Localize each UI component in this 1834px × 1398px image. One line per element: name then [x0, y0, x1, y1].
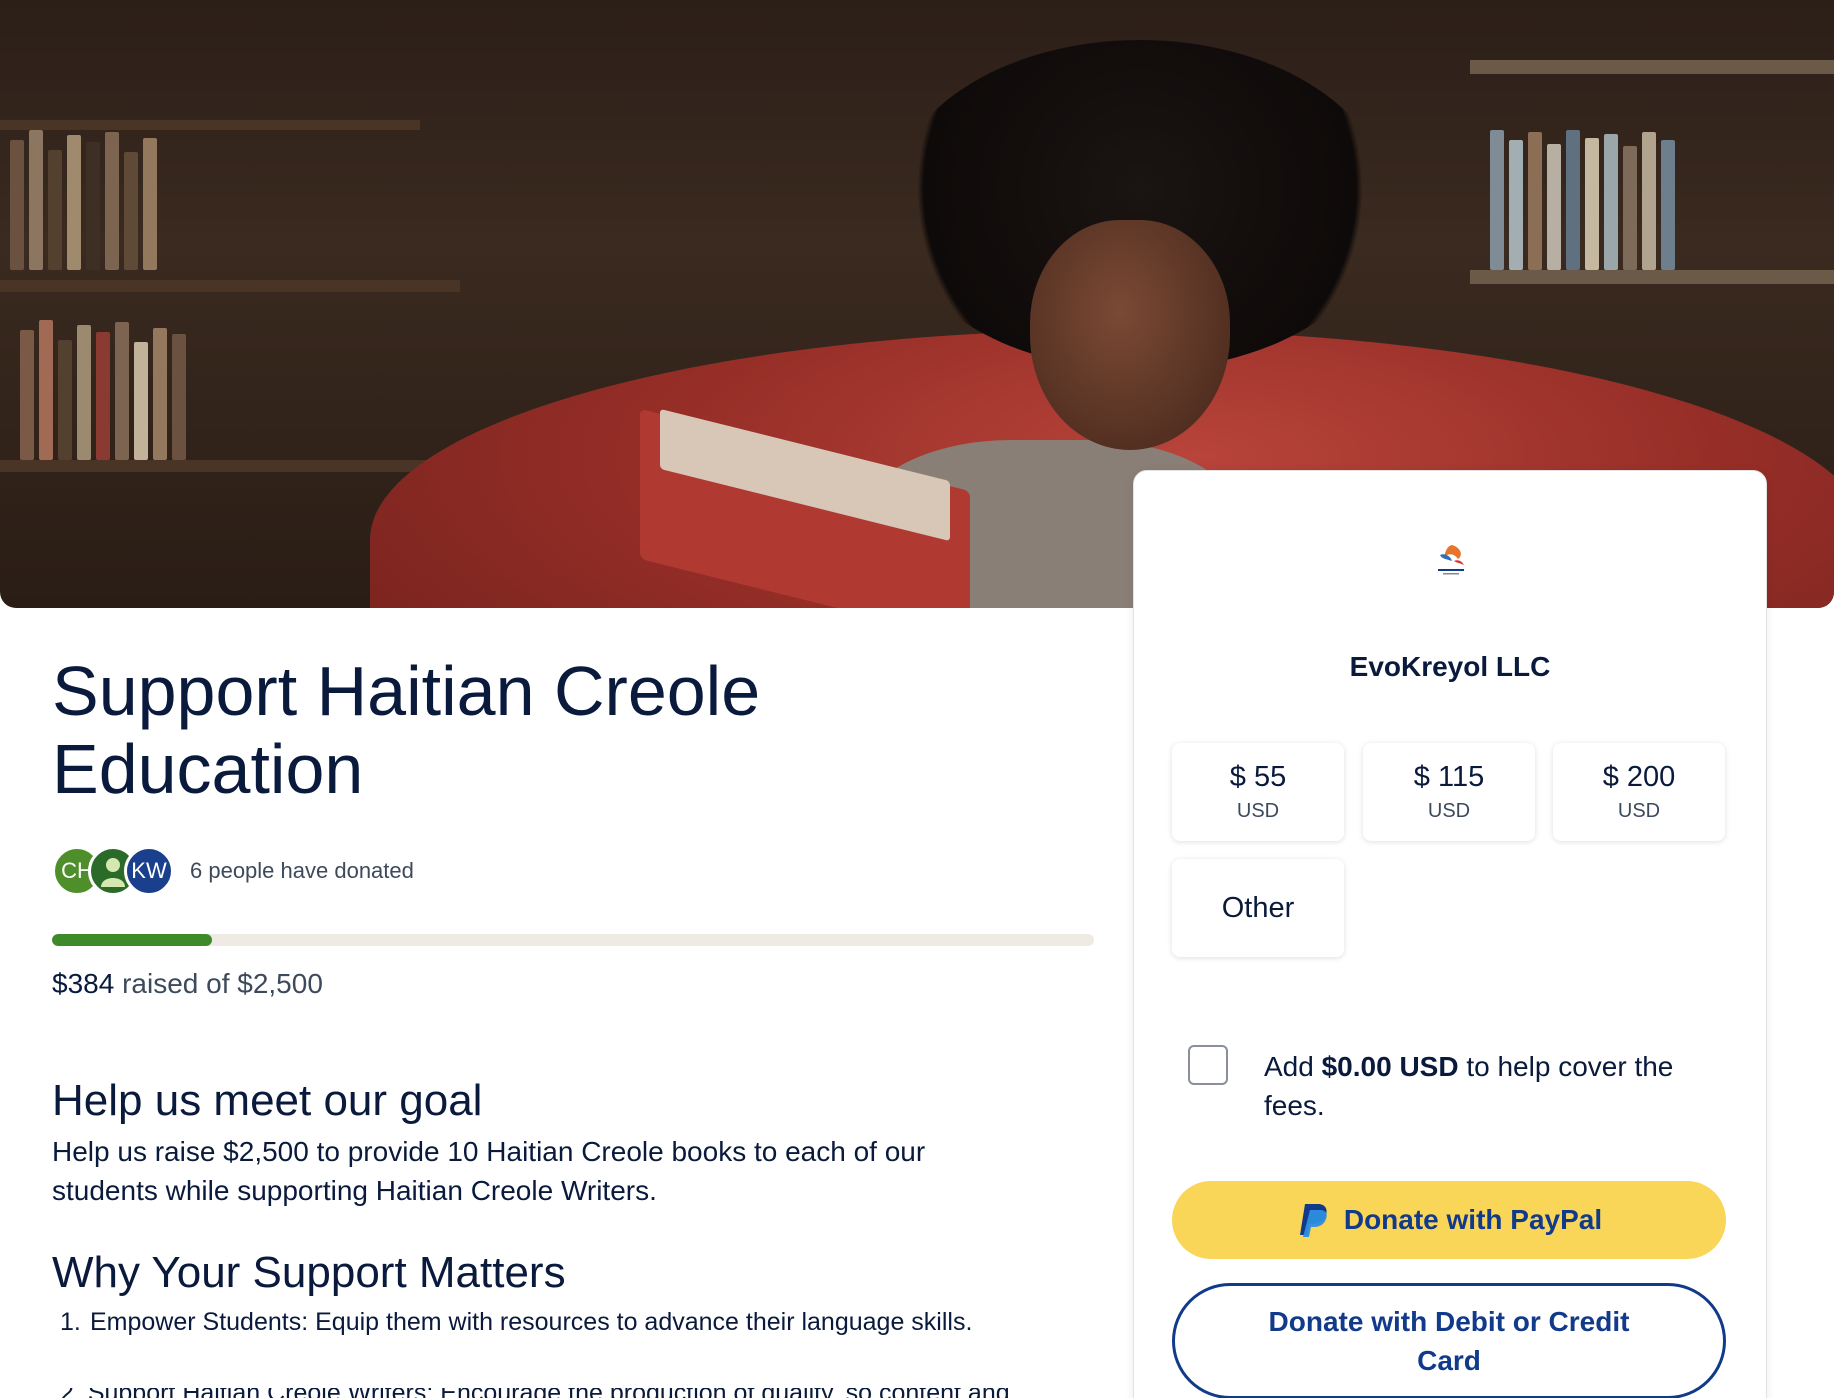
amount-option-other[interactable]: Other	[1172, 859, 1344, 957]
donation-card: EvoKreyol LLC $ 55 USD $ 115 USD $ 200 U…	[1133, 470, 1767, 1398]
cover-fees-label: Add $0.00 USD to help cover the fees.	[1264, 1051, 1674, 1121]
paypal-icon	[1299, 1204, 1327, 1237]
list-item: 1. Empower Students: Equip them with res…	[60, 1308, 973, 1336]
donor-summary: CH KW 6 people have donated	[52, 845, 414, 897]
reason-list: 1. Empower Students: Equip them with res…	[60, 1308, 1070, 1337]
donor-count: 6 people have donated	[190, 858, 414, 883]
why-heading: Why Your Support Matters	[52, 1248, 566, 1297]
goal-description: Help us raise $2,500 to provide 10 Haiti…	[52, 1136, 926, 1206]
donate-paypal-button[interactable]: Donate with PayPal	[1172, 1181, 1726, 1259]
raised-goal: raised of $2,500	[122, 968, 323, 999]
amount-option-115[interactable]: $ 115 USD	[1363, 743, 1535, 841]
evokreyol-logo	[1438, 545, 1464, 575]
progress-bar	[52, 934, 1094, 946]
cover-fees-option: Add $0.00 USD to help cover the fees.	[1188, 1045, 1728, 1125]
raised-summary: $384 raised of $2,500	[52, 968, 323, 1000]
avatar: KW	[124, 846, 174, 896]
amount-option-55[interactable]: $ 55 USD	[1172, 743, 1344, 841]
donate-card-button[interactable]: Donate with Debit or Credit Card	[1172, 1283, 1726, 1398]
goal-heading: Help us meet our goal	[52, 1076, 483, 1125]
cover-fees-checkbox[interactable]	[1188, 1045, 1228, 1085]
list-item: 2. Support Haitian Creole Writers: Encou…	[60, 1388, 1040, 1398]
org-name: EvoKreyol LLC	[1349, 651, 1551, 682]
amount-option-200[interactable]: $ 200 USD	[1553, 743, 1725, 841]
progress-fill	[52, 934, 213, 946]
page-title: Support Haitian Creole Education	[52, 652, 761, 808]
raised-amount: $384	[52, 968, 115, 999]
